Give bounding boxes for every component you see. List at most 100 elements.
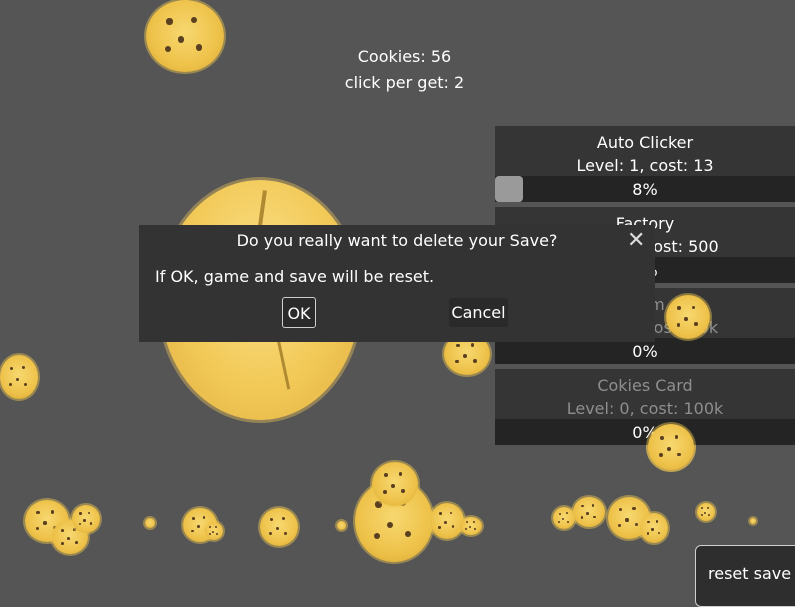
- chocolate-chip: [701, 514, 704, 517]
- chocolate-chip: [677, 306, 681, 310]
- chocolate-chip: [677, 452, 682, 457]
- chocolate-chip: [383, 473, 388, 478]
- chocolate-chip: [455, 359, 459, 364]
- chocolate-chip: [593, 515, 597, 519]
- upgrade-meta: Level: 0, cost: 100k: [566, 399, 724, 418]
- chocolate-chip: [60, 541, 64, 545]
- chocolate-chip: [701, 507, 704, 510]
- chocolate-chip: [558, 512, 561, 515]
- falling-cookie: [205, 522, 223, 540]
- falling-cookie: [573, 497, 605, 527]
- upgrade-name: Auto Clicker: [596, 133, 694, 152]
- chocolate-chip: [647, 520, 650, 524]
- chocolate-chip: [666, 447, 671, 452]
- chocolate-chip: [284, 531, 288, 535]
- chocolate-chip: [79, 512, 82, 515]
- dialog-message: If OK, game and save will be reset.: [155, 267, 435, 286]
- chocolate-chip: [708, 513, 711, 516]
- upgrade-name: Cokies Card: [597, 376, 693, 395]
- chocolate-chip: [177, 36, 185, 43]
- chocolate-chip: [78, 522, 81, 526]
- chocolate-chip: [659, 435, 664, 440]
- reset-save-label: reset save: [708, 564, 792, 583]
- chocolate-chip: [202, 516, 206, 519]
- chocolate-chip: [565, 512, 568, 515]
- chocolate-chip: [191, 516, 195, 520]
- falling-cookie: [460, 517, 482, 535]
- chocolate-chip: [455, 343, 460, 348]
- chocolate-chip: [580, 516, 584, 519]
- chocolate-chip: [558, 520, 561, 523]
- chocolate-chip: [50, 510, 55, 514]
- chocolate-chip: [209, 533, 212, 536]
- chocolate-chip: [451, 525, 455, 529]
- chocolate-chip: [566, 520, 569, 523]
- chocolate-chip: [83, 519, 86, 522]
- chocolate-chip: [9, 383, 13, 387]
- chocolate-chip: [375, 501, 382, 508]
- chocolate-chip: [404, 531, 412, 538]
- chocolate-chip: [215, 526, 218, 529]
- falling-cookie: [430, 503, 464, 539]
- chocolate-chip: [634, 523, 639, 527]
- chocolate-chip: [61, 528, 65, 532]
- chocolate-chip: [465, 521, 468, 524]
- dialog-title: Do you really want to delete your Save?: [236, 231, 558, 250]
- chocolate-chip: [390, 484, 395, 489]
- upgrade-cookies-card[interactable]: Cokies Card Level: 0, cost: 100k 0%: [495, 369, 795, 445]
- chocolate-chip: [591, 504, 595, 507]
- click-per-get: click per get: 2: [344, 73, 465, 92]
- chocolate-chip: [269, 532, 273, 536]
- close-icon[interactable]: ✕: [627, 228, 645, 253]
- chocolate-chip: [43, 521, 47, 525]
- upgrade-progress-bar: 8%: [495, 176, 795, 202]
- chocolate-chip: [618, 507, 623, 512]
- chocolate-chip: [166, 18, 173, 25]
- falling-cookie: [145, 518, 155, 528]
- chocolate-chip: [275, 527, 279, 531]
- reset-save-button[interactable]: reset save: [695, 545, 795, 607]
- upgrade-auto-clicker[interactable]: Auto Clicker Level: 1, cost: 13 8%: [495, 126, 795, 202]
- chocolate-chip: [75, 541, 78, 544]
- falling-cookie: [260, 508, 298, 546]
- falling-cookie: [750, 518, 756, 524]
- chocolate-chip: [707, 507, 710, 510]
- chocolate-chip: [282, 517, 286, 521]
- cancel-button[interactable]: Cancel: [449, 298, 508, 327]
- chocolate-chip: [581, 504, 584, 508]
- chocolate-chip: [191, 17, 198, 24]
- chocolate-chip: [438, 512, 442, 516]
- chocolate-chip: [561, 518, 564, 521]
- chocolate-chip: [470, 342, 475, 347]
- chocolate-chip: [684, 317, 688, 321]
- chocolate-chip: [196, 525, 200, 529]
- chocolate-chip: [465, 528, 468, 531]
- chocolate-chip: [472, 521, 475, 524]
- falling-cookie: [697, 503, 715, 521]
- chocolate-chip: [191, 529, 194, 533]
- upgrade-percent: 8%: [632, 180, 658, 199]
- chocolate-chip: [704, 511, 707, 514]
- chocolate-chip: [9, 366, 13, 370]
- chocolate-chip: [66, 537, 70, 541]
- falling-cookie: [337, 521, 346, 530]
- chocolate-chip: [36, 510, 40, 515]
- falling-cookie: [72, 505, 100, 533]
- chocolate-chip: [656, 520, 659, 523]
- chocolate-chip: [618, 523, 622, 528]
- falling-cookie: [0, 355, 38, 399]
- chocolate-chip: [625, 518, 629, 522]
- chocolate-chip: [473, 358, 478, 363]
- chocolate-chip: [212, 530, 215, 533]
- chocolate-chip: [401, 489, 406, 493]
- chocolate-chip: [398, 472, 403, 477]
- falling-cookie: [648, 424, 694, 470]
- chocolate-chip: [15, 377, 19, 381]
- upgrade-percent: 0%: [632, 342, 658, 361]
- cookie-count: Cookies: 56: [357, 47, 452, 66]
- upgrade-meta: Level: 1, cost: 13: [576, 156, 714, 175]
- ok-button[interactable]: OK: [282, 297, 316, 328]
- delete-save-dialog: Do you really want to delete your Save? …: [139, 225, 655, 342]
- falling-cookie: [640, 513, 668, 543]
- chocolate-chip: [22, 365, 26, 369]
